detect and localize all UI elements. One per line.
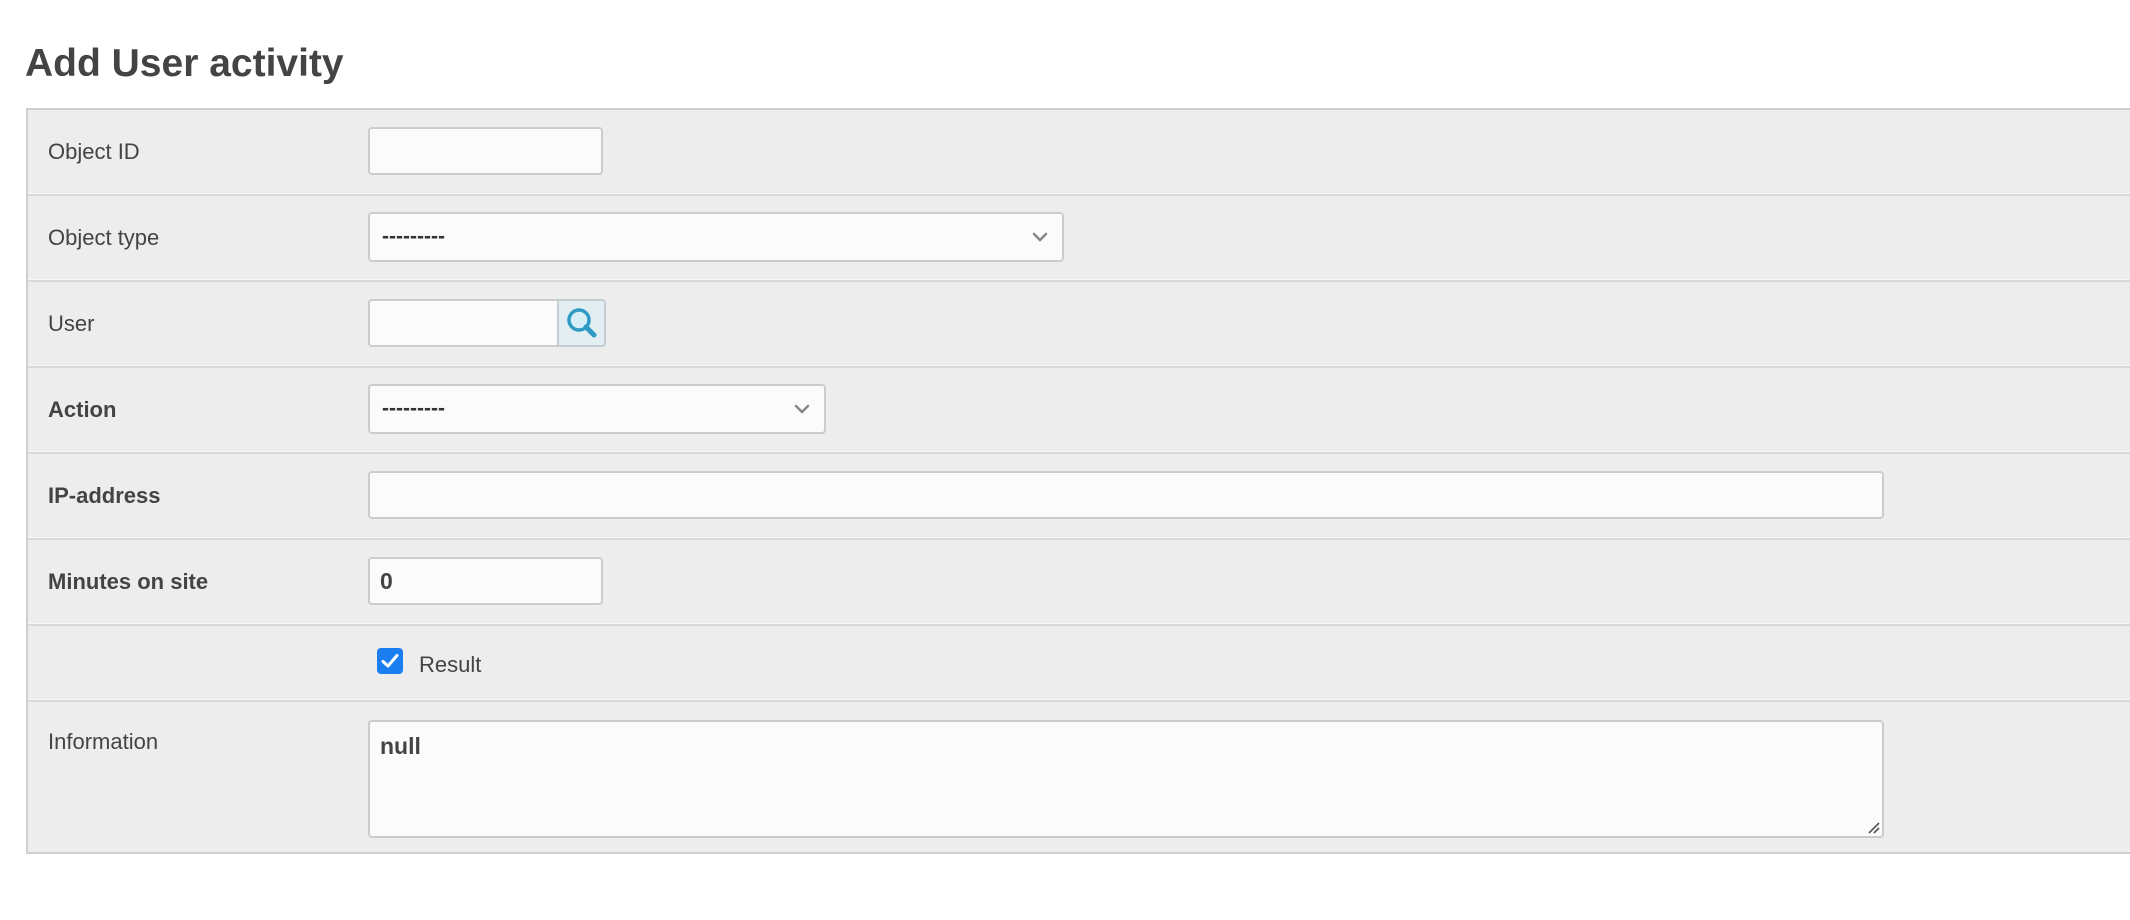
action-selected-value: --------- bbox=[382, 397, 445, 420]
page-title: Add User activity bbox=[25, 42, 344, 85]
user-lookup-button[interactable] bbox=[557, 299, 606, 347]
form-row-minutes-on-site: Minutes on site 0 bbox=[28, 540, 2130, 626]
form-row-object-id: Object ID bbox=[28, 110, 2130, 196]
form-row-object-type: Object type --------- bbox=[28, 196, 2130, 282]
object-type-selected-value: --------- bbox=[382, 225, 445, 248]
user-label: User bbox=[48, 311, 95, 336]
minutes-on-site-label: Minutes on site bbox=[48, 569, 209, 594]
object-id-label: Object ID bbox=[48, 139, 140, 164]
form-row-ip-address: IP-address bbox=[28, 454, 2130, 540]
object-id-input[interactable] bbox=[368, 127, 603, 175]
user-input[interactable] bbox=[368, 299, 558, 347]
object-type-label: Object type bbox=[48, 225, 160, 250]
ip-address-label: IP-address bbox=[48, 483, 161, 508]
form-row-action: Action --------- bbox=[28, 368, 2130, 454]
object-type-select[interactable]: --------- bbox=[368, 212, 1064, 262]
minutes-on-site-input[interactable]: 0 bbox=[368, 557, 603, 605]
result-label[interactable]: Result bbox=[419, 651, 481, 679]
chevron-down-icon bbox=[794, 404, 810, 414]
checkmark-icon bbox=[381, 654, 399, 668]
form-row-user: User bbox=[28, 282, 2130, 368]
information-textarea[interactable]: null bbox=[368, 720, 1884, 838]
action-select[interactable]: --------- bbox=[368, 384, 826, 434]
action-label: Action bbox=[48, 397, 117, 422]
user-activity-form: Object ID Object type --------- User Act… bbox=[26, 108, 2130, 854]
form-row-result: Result bbox=[28, 626, 2130, 702]
result-checkbox[interactable] bbox=[377, 648, 403, 674]
chevron-down-icon bbox=[1032, 232, 1048, 242]
information-label: Information bbox=[48, 729, 159, 754]
form-row-information: Information null bbox=[28, 702, 2130, 852]
information-value: null bbox=[380, 733, 421, 759]
ip-address-input[interactable] bbox=[368, 471, 1884, 519]
magnifier-icon bbox=[567, 308, 597, 338]
resize-grip-icon[interactable] bbox=[1866, 820, 1880, 834]
